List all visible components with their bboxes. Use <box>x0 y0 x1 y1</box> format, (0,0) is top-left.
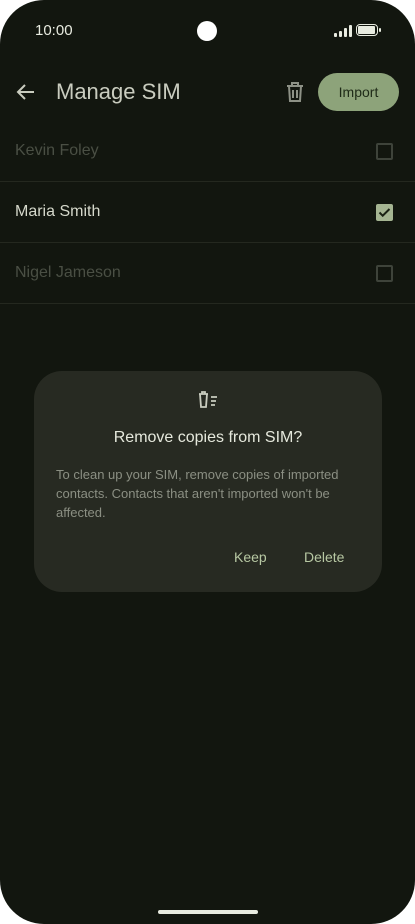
import-button[interactable]: Import <box>318 73 399 111</box>
page-title: Manage SIM <box>56 79 181 104</box>
camera-cutout <box>197 21 217 41</box>
dialog-message: To clean up your SIM, remove copies of i… <box>56 467 339 520</box>
dialog-title: Remove copies from SIM? <box>113 429 303 446</box>
remove-copies-dialog: Remove copies from SIM? To clean up your… <box>34 371 382 592</box>
status-time: 10:00 <box>35 22 73 39</box>
delete-sweep-icon <box>199 391 217 408</box>
contact-name: Kevin Foley <box>15 142 99 159</box>
home-indicator[interactable] <box>158 910 258 914</box>
contact-checkbox[interactable] <box>376 204 393 221</box>
contact-row[interactable]: Kevin Foley <box>0 122 415 182</box>
contact-name: Nigel Jameson <box>15 264 121 281</box>
delete-icon[interactable] <box>284 80 306 104</box>
delete-button[interactable]: Delete <box>304 549 344 565</box>
signal-icon <box>334 25 352 37</box>
contact-checkbox[interactable] <box>376 143 393 160</box>
phone-screen: 10:00 Manage SIM Import Kevin Foley Mari… <box>0 0 415 924</box>
app-bar: Manage SIM Import <box>0 62 415 122</box>
contact-name: Maria Smith <box>15 203 101 220</box>
battery-icon <box>356 24 378 36</box>
back-arrow-icon[interactable] <box>14 80 38 104</box>
status-bar: 10:00 <box>0 0 415 60</box>
contact-checkbox[interactable] <box>376 265 393 282</box>
contact-row[interactable]: Nigel Jameson <box>0 244 415 304</box>
checkmark-icon <box>378 208 391 218</box>
contact-row[interactable]: Maria Smith <box>0 183 415 243</box>
keep-button[interactable]: Keep <box>234 549 267 565</box>
